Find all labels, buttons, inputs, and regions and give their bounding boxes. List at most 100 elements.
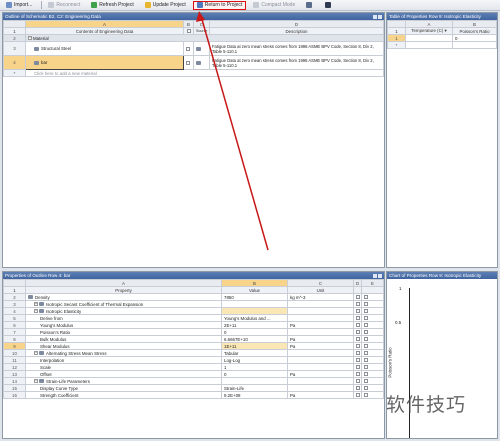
property-name-cell[interactable]: Derive from xyxy=(25,314,222,322)
checkbox[interactable] xyxy=(364,337,368,342)
property-unit-cell[interactable]: Pa xyxy=(287,391,354,399)
col-letter-e[interactable]: E xyxy=(361,279,384,287)
checkbox[interactable] xyxy=(364,316,368,321)
property-name-cell[interactable]: Young's Modulus xyxy=(25,321,222,329)
close-icon[interactable] xyxy=(378,14,382,19)
poisson-cell[interactable]: 0 xyxy=(452,34,497,42)
checkbox[interactable] xyxy=(356,302,360,307)
property-unit-cell[interactable]: Pa xyxy=(287,370,354,378)
property-name-cell[interactable]: − Strain-Life Parameters xyxy=(25,377,222,385)
property-unit-cell[interactable] xyxy=(287,314,354,322)
checkbox-cell[interactable] xyxy=(361,307,384,315)
reconnect-button[interactable]: Reconnect xyxy=(44,1,84,10)
property-row[interactable]: 2 Density 7850 kg m^-3 xyxy=(3,293,384,301)
col-letter-c[interactable]: C xyxy=(287,279,354,287)
property-unit-cell[interactable]: kg m^-3 xyxy=(287,293,354,301)
checkbox-cell[interactable] xyxy=(353,314,362,322)
checkbox[interactable] xyxy=(356,379,360,384)
property-name-cell[interactable]: Poisson's Ratio xyxy=(25,328,222,336)
checkbox-cell[interactable] xyxy=(361,349,384,357)
checkbox-cell[interactable] xyxy=(353,300,362,308)
table-props-new-row[interactable]: * xyxy=(387,41,497,49)
temperature-cell[interactable] xyxy=(405,41,453,49)
checkbox[interactable] xyxy=(364,309,368,314)
checkbox-cell[interactable] xyxy=(361,356,384,364)
checkbox-cell[interactable] xyxy=(353,328,362,336)
property-row[interactable]: 12 Scale 1 xyxy=(3,363,384,371)
checkbox-cell[interactable] xyxy=(353,335,362,343)
filter-button[interactable] xyxy=(302,1,318,10)
checkbox-cell[interactable] xyxy=(361,377,384,385)
property-row[interactable]: 7 Poisson's Ratio 0 xyxy=(3,328,384,336)
table-props-row[interactable]: 1 0 xyxy=(387,34,497,42)
property-value-cell[interactable]: 0 xyxy=(221,370,288,378)
property-name-cell[interactable]: Strength Coefficient xyxy=(25,391,222,399)
checkbox-cell[interactable] xyxy=(361,384,384,392)
checkbox[interactable] xyxy=(364,351,368,356)
checkbox[interactable] xyxy=(364,302,368,307)
collapse-icon[interactable]: − xyxy=(34,309,38,314)
expand-icon[interactable]: + xyxy=(34,302,38,307)
value-header[interactable]: Value xyxy=(221,286,288,294)
close-icon[interactable] xyxy=(378,273,382,278)
property-value-cell[interactable]: 6.6667E+10 xyxy=(221,335,288,343)
temperature-cell[interactable] xyxy=(405,34,453,42)
property-row[interactable]: 9 Shear Modulus 1E+11 Pa xyxy=(3,342,384,350)
property-row[interactable]: 6 Young's Modulus 2E+11 Pa xyxy=(3,321,384,329)
property-name-cell[interactable]: − Alternating Stress Mean Stress xyxy=(25,349,222,357)
property-value-cell[interactable]: Tabular xyxy=(221,349,288,357)
source-header[interactable]: Source xyxy=(193,27,210,35)
checkbox-cell[interactable] xyxy=(353,356,362,364)
property-name-cell[interactable]: + Isotropic Secant Coefficient of Thermal… xyxy=(25,300,222,308)
checkbox[interactable] xyxy=(364,358,368,363)
material-checkbox-cell[interactable] xyxy=(183,55,194,70)
checkbox[interactable] xyxy=(356,295,360,300)
checkbox-cell[interactable] xyxy=(353,293,362,301)
property-name-cell[interactable]: Scale xyxy=(25,363,222,371)
property-header[interactable]: Property xyxy=(25,286,222,294)
property-name-cell[interactable]: Density xyxy=(25,293,222,301)
property-name-cell[interactable]: Display Curve Type xyxy=(25,384,222,392)
property-unit-cell[interactable]: Pa xyxy=(287,321,354,329)
checkbox[interactable] xyxy=(364,365,368,370)
checkbox[interactable] xyxy=(356,351,360,356)
panel-controls[interactable] xyxy=(372,273,384,278)
col-letter-b[interactable]: B xyxy=(183,20,194,28)
collapse-icon[interactable]: − xyxy=(34,351,38,356)
material-row-selected[interactable]: 4 bar Fatigue Data at zero mean stress c… xyxy=(3,55,384,70)
col-letter-a[interactable]: A xyxy=(25,20,184,28)
property-value-cell[interactable]: Log-Log xyxy=(221,356,288,364)
category-material[interactable]: − Material xyxy=(25,34,384,42)
material-checkbox-cell[interactable] xyxy=(183,41,194,56)
view-toggle-button[interactable] xyxy=(321,1,337,10)
property-value-cell[interactable]: 9.2E+08 xyxy=(221,391,288,399)
checkbox-cell[interactable] xyxy=(353,342,362,350)
property-unit-cell[interactable] xyxy=(287,300,354,308)
checkbox-cell[interactable] xyxy=(353,370,362,378)
checkbox-cell[interactable] xyxy=(353,286,362,294)
checkbox[interactable] xyxy=(364,379,368,384)
property-row[interactable]: 8 Bulk Modulus 6.6667E+10 Pa xyxy=(3,335,384,343)
collapse-icon[interactable]: − xyxy=(28,36,32,41)
property-value-cell[interactable] xyxy=(221,300,288,308)
property-unit-cell[interactable] xyxy=(287,356,354,364)
checkbox[interactable] xyxy=(356,344,360,349)
col-letter-d[interactable]: D xyxy=(209,20,384,28)
property-row[interactable]: 13 Offset 0 Pa xyxy=(3,370,384,378)
property-row[interactable]: 5 Derive from Young's Modulus and ... xyxy=(3,314,384,322)
property-unit-cell[interactable] xyxy=(287,328,354,336)
property-unit-cell[interactable] xyxy=(287,363,354,371)
checkbox-cell[interactable] xyxy=(353,384,362,392)
panel-controls[interactable] xyxy=(372,14,384,19)
checkbox-cell[interactable] xyxy=(361,391,384,399)
material-name-cell[interactable]: Structural Steel xyxy=(25,41,184,56)
checkbox[interactable] xyxy=(356,316,360,321)
checkbox-cell[interactable] xyxy=(361,293,384,301)
checkbox[interactable] xyxy=(364,295,368,300)
add-material-cell[interactable]: Click here to add a new material xyxy=(25,69,384,77)
pin-icon[interactable] xyxy=(373,14,377,19)
col-letter-b[interactable]: B xyxy=(221,279,288,287)
checkbox[interactable] xyxy=(364,393,368,398)
property-value-cell[interactable]: 1 xyxy=(221,363,288,371)
unit-header[interactable]: Unit xyxy=(287,286,354,294)
